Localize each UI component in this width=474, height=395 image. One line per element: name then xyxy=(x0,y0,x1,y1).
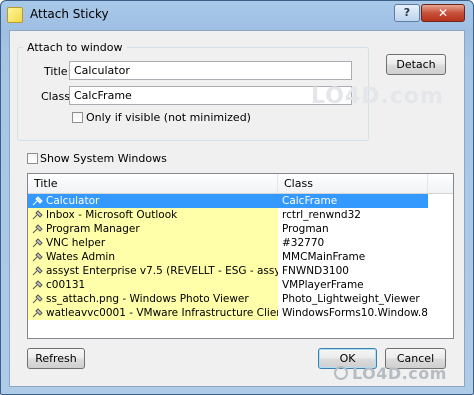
row-title-text: watleavvc0001 - VMware Infrastructure Cl… xyxy=(46,307,278,319)
row-title-cell: c00131 xyxy=(28,278,278,292)
only-visible-label: Only if visible (not minimized) xyxy=(86,111,251,124)
row-title-text: c00131 xyxy=(46,279,86,291)
pin-icon xyxy=(32,308,43,318)
pin-icon xyxy=(32,238,43,248)
table-row[interactable]: Wates Admin MMCMainFrame xyxy=(28,250,453,264)
show-system-windows-label: Show System Windows xyxy=(40,152,167,165)
row-class-cell: rctrl_renwnd32 xyxy=(282,209,361,221)
only-visible-checkbox[interactable] xyxy=(72,112,83,123)
row-class-cell: CalcFrame xyxy=(278,194,428,208)
row-class-cell: WindowsForms10.Window.8.ap... xyxy=(282,307,428,319)
refresh-button[interactable]: Refresh xyxy=(27,348,85,369)
pin-icon xyxy=(32,252,43,262)
pin-icon xyxy=(32,280,43,290)
column-header-class[interactable]: Class xyxy=(278,174,428,193)
detach-button[interactable]: Detach xyxy=(386,54,446,75)
pin-icon xyxy=(32,294,43,304)
pin-icon xyxy=(32,210,43,220)
row-title-text: VNC helper xyxy=(46,237,106,249)
row-title-cell: assyst Enterprise v7.5 (REVELLT - ESG - … xyxy=(28,264,278,278)
row-title-cell: Program Manager xyxy=(28,222,278,236)
table-row[interactable]: Calculator CalcFrame xyxy=(28,194,453,208)
table-row[interactable]: ss_attach.png - Windows Photo Viewer Phot… xyxy=(28,292,453,306)
row-title-cell: watleavvc0001 - VMware Infrastructure Cl… xyxy=(28,306,278,320)
row-class-cell: #32770 xyxy=(282,237,325,249)
row-title-cell: ss_attach.png - Windows Photo Viewer xyxy=(28,292,278,306)
watermark-text-faint: LO4D.com xyxy=(311,84,444,109)
row-class-cell: FNWND3100 xyxy=(282,265,349,277)
table-row[interactable]: watleavvc0001 - VMware Infrastructure Cl… xyxy=(28,306,453,320)
title-bar[interactable]: Attach Sticky ? ✕ xyxy=(1,1,473,29)
window-title: Attach Sticky xyxy=(30,7,109,21)
row-title-cell: VNC helper xyxy=(28,236,278,250)
close-button[interactable]: ✕ xyxy=(421,4,465,22)
window-list[interactable]: Title Class Calculator CalcFrame Inbox - M… xyxy=(27,173,454,339)
show-system-windows-checkbox[interactable] xyxy=(27,153,38,164)
row-class-cell: MMCMainFrame xyxy=(282,251,366,263)
table-row[interactable]: c00131 VMPlayerFrame xyxy=(28,278,453,292)
table-row[interactable]: VNC helper #32770 xyxy=(28,236,453,250)
title-field-label: Title: xyxy=(44,65,72,78)
class-input[interactable]: CalcFrame xyxy=(69,86,352,105)
column-header-title[interactable]: Title xyxy=(28,174,278,193)
row-title-text: assyst Enterprise v7.5 (REVELLT - ESG - … xyxy=(46,265,278,277)
title-input[interactable]: Calculator xyxy=(69,61,352,80)
row-class-cell: VMPlayerFrame xyxy=(282,279,364,291)
row-title-text: Inbox - Microsoft Outlook xyxy=(46,209,178,221)
pin-icon xyxy=(32,266,43,276)
watermark-text: LO4D.com xyxy=(352,364,447,383)
lo4d-logo-icon xyxy=(334,366,348,380)
pin-icon xyxy=(32,224,43,234)
row-title-cell: Wates Admin xyxy=(28,250,278,264)
row-title-cell: Inbox - Microsoft Outlook xyxy=(28,208,278,222)
table-row[interactable]: Inbox - Microsoft Outlook rctrl_renwnd32 xyxy=(28,208,453,222)
row-title-text: ss_attach.png - Windows Photo Viewer xyxy=(46,293,249,305)
sticky-note-icon xyxy=(7,7,23,23)
row-class-cell: Photo_Lightweight_Viewer xyxy=(282,293,420,305)
table-row[interactable]: assyst Enterprise v7.5 (REVELLT - ESG - … xyxy=(28,264,453,278)
pin-icon xyxy=(32,196,43,206)
list-header: Title Class xyxy=(28,174,453,194)
list-rows: Calculator CalcFrame Inbox - Microsoft Out… xyxy=(28,194,453,320)
help-button[interactable]: ? xyxy=(394,4,420,22)
row-title-text: Calculator xyxy=(46,195,100,207)
row-class-cell: Progman xyxy=(282,223,329,235)
row-title-text: Wates Admin xyxy=(46,251,115,263)
table-row[interactable]: Program Manager Progman xyxy=(28,222,453,236)
row-title-cell: Calculator xyxy=(28,194,278,208)
row-title-text: Program Manager xyxy=(46,223,140,235)
attach-group-label: Attach to window xyxy=(23,41,127,54)
